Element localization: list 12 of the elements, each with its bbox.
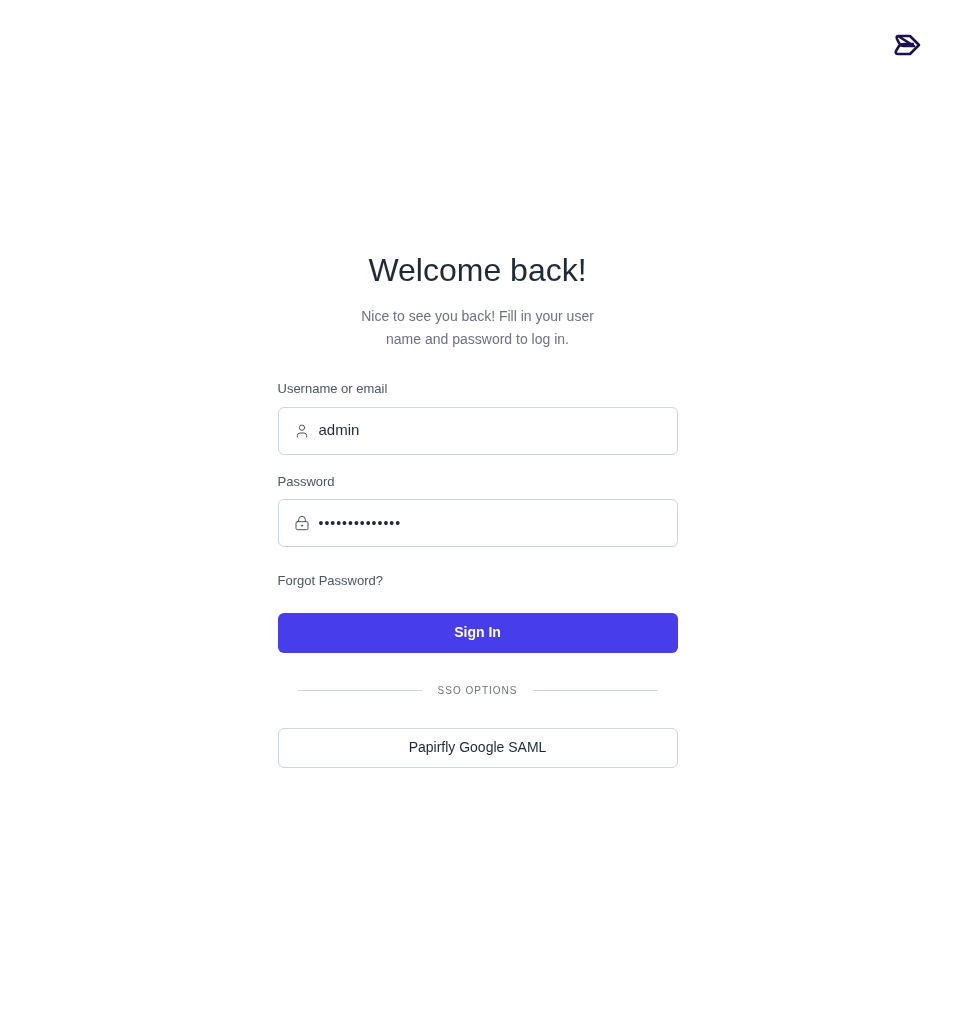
sso-button[interactable]: Papirfly Google SAML (277, 727, 678, 768)
divider-label: SSO OPTIONS (437, 683, 518, 698)
field-label: Password (277, 472, 336, 491)
field-label: Username or email (277, 380, 389, 398)
forgot-password-link[interactable]: Forgot Password? (277, 571, 383, 591)
page-title: Welcome back! (367, 251, 588, 290)
username-field[interactable]: admin (277, 406, 678, 455)
sign-in-button[interactable]: Sign In (277, 612, 678, 653)
logo-icon (894, 33, 922, 57)
password-field[interactable]: •••••••••••••• (277, 499, 678, 547)
subtitle: Nice to see you back! Fill in your user name and password to log in. (360, 307, 595, 349)
lock-icon (293, 515, 310, 531)
